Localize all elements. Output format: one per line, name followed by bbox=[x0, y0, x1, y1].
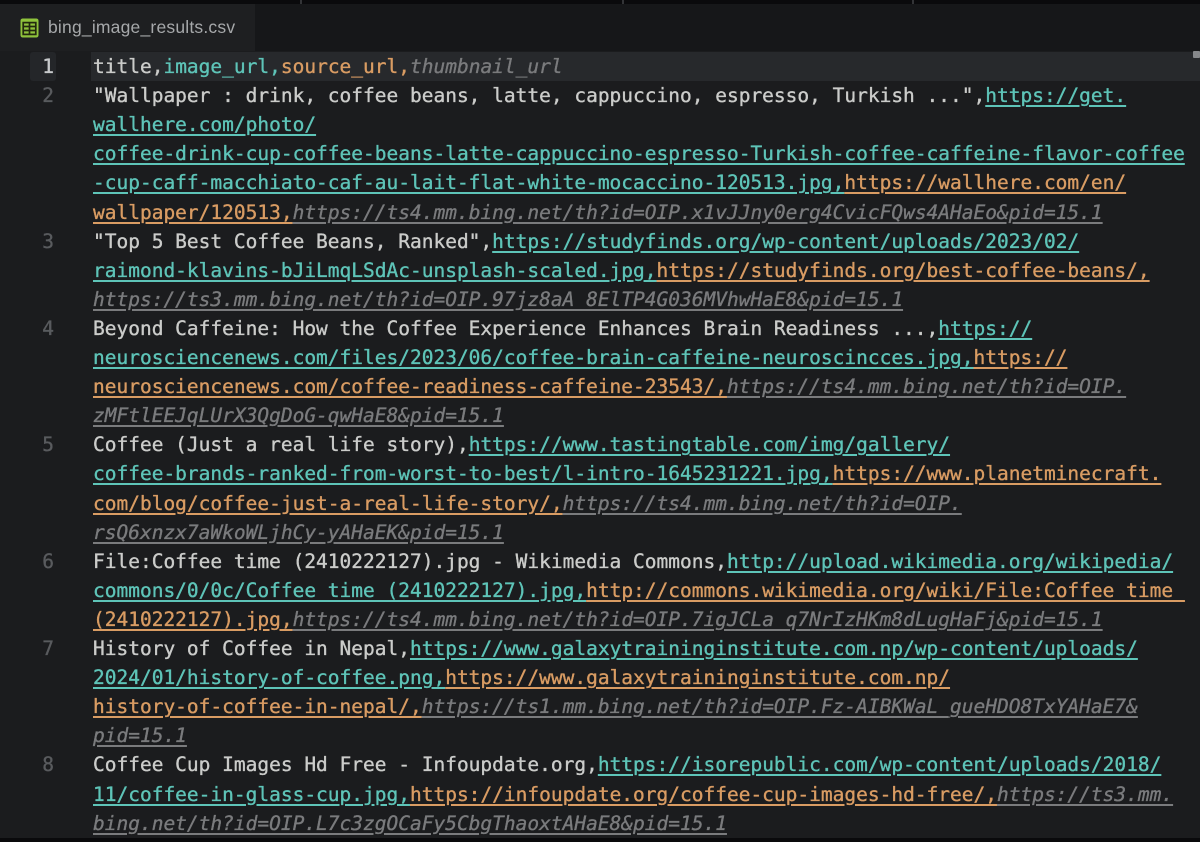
code-row: zMFtlEEJqLUrX3QgDoG-qwHaE8&pid=15.1 bbox=[93, 401, 504, 430]
line-number[interactable]: 4 bbox=[14, 314, 54, 343]
csv-url-link[interactable]: neurosciencenews.com/coffee-readiness-ca… bbox=[93, 375, 727, 398]
code-row: https://ts3.mm.bing.net/th?id=OIP.97jz8a… bbox=[93, 285, 903, 314]
line-number[interactable]: 5 bbox=[14, 430, 54, 459]
csv-url-link[interactable]: commons/0/0c/Coffee_time_(2410222127).jp… bbox=[93, 579, 586, 602]
csv-url-link[interactable]: https:// bbox=[974, 346, 1068, 369]
code-row: com/blog/coffee-just-a-real-life-story/,… bbox=[93, 489, 962, 518]
code-row: title,image_url,source_url,thumbnail_url bbox=[93, 52, 563, 81]
csv-url-link[interactable]: raimond-klavins-bJiLmqLSdAc-unsplash-sca… bbox=[93, 259, 657, 282]
csv-url-link[interactable]: https://www.planetminecraft. bbox=[833, 462, 1162, 485]
code-row: coffee-drink-cup-coffee-beans-latte-capp… bbox=[93, 139, 1185, 168]
csv-url-link[interactable]: bing.net/th?id=OIP.L7c3zgOCaFy5CbgThaoxt… bbox=[93, 812, 727, 835]
csv-file-icon bbox=[20, 17, 39, 38]
csv-url-link[interactable]: https://ts4.mm.bing.net/th?id=OIP. bbox=[727, 375, 1126, 398]
csv-url-link[interactable]: wallpaper/120513, bbox=[93, 201, 293, 224]
csv-url-link[interactable]: https://get. bbox=[985, 84, 1126, 107]
csv-url-link[interactable]: https://www.galaxytraininginstitute.com.… bbox=[410, 637, 1138, 660]
line-number[interactable]: 3 bbox=[14, 227, 54, 256]
csv-field: Coffee (Just a real life story), bbox=[93, 433, 469, 456]
code-row: history-of-coffee-in-nepal/,https://ts1.… bbox=[93, 692, 1138, 721]
code-row: neurosciencenews.com/files/2023/06/coffe… bbox=[93, 343, 1067, 372]
csv-url-link[interactable]: coffee-drink-cup-coffee-beans-latte-capp… bbox=[93, 142, 1185, 165]
code-row: Beyond Caffeine: How the Coffee Experien… bbox=[93, 314, 1032, 343]
code-row: "Wallpaper : drink, coffee beans, latte,… bbox=[93, 81, 1126, 110]
csv-field: image_url, bbox=[163, 55, 280, 78]
csv-url-link[interactable]: zMFtlEEJqLUrX3QgDoG-qwHaE8&pid=15.1 bbox=[93, 404, 504, 427]
code-row: bing.net/th?id=OIP.L7c3zgOCaFy5CbgThaoxt… bbox=[93, 809, 727, 838]
csv-url-link[interactable]: https://ts4.mm.bing.net/th?id=OIP.x1vJJn… bbox=[293, 201, 1103, 224]
code-row: -cup-caff-macchiato-caf-au-lait-flat-whi… bbox=[93, 168, 1126, 197]
csv-field: source_url, bbox=[281, 55, 410, 78]
code-row: History of Coffee in Nepal,https://www.g… bbox=[93, 634, 1138, 663]
csv-field: History of Coffee in Nepal, bbox=[93, 637, 410, 660]
csv-url-link[interactable]: 2024/01/history-of-coffee.png, bbox=[93, 666, 445, 689]
csv-field: "Wallpaper : drink, coffee beans, latte,… bbox=[93, 84, 985, 107]
vertical-scrollbar-thumb[interactable] bbox=[1193, 51, 1200, 58]
code-row: "Top 5 Best Coffee Beans, Ranked",https:… bbox=[93, 227, 1079, 256]
code-row: commons/0/0c/Coffee_time_(2410222127).jp… bbox=[93, 576, 1185, 605]
csv-url-link[interactable]: https://www.galaxytraininginstitute.com.… bbox=[445, 666, 950, 689]
tab-bar: bing_image_results.csv bbox=[0, 4, 1200, 51]
code-row: coffee-brands-ranked-from-worst-to-best/… bbox=[93, 459, 1161, 488]
csv-url-link[interactable]: history-of-coffee-in-nepal/, bbox=[93, 695, 422, 718]
csv-url-link[interactable]: https://studyfinds.org/best-coffee-beans… bbox=[657, 259, 1150, 282]
window-bottom-edge bbox=[0, 838, 1200, 842]
csv-field: title, bbox=[93, 55, 163, 78]
csv-url-link[interactable]: https://wallhere.com/en/ bbox=[844, 171, 1126, 194]
csv-url-link[interactable]: http://commons.wikimedia.org/wiki/File:C… bbox=[586, 579, 1185, 602]
line-number[interactable]: 6 bbox=[14, 547, 54, 576]
csv-url-link[interactable]: pid=15.1 bbox=[93, 724, 187, 747]
code-row: wallhere.com/photo/ bbox=[93, 110, 316, 139]
code-row: rsQ6xnzx7aWkoWLjhCy-yAHaEK&pid=15.1 bbox=[93, 518, 504, 547]
csv-url-link[interactable]: https://isorepublic.com/wp-content/uploa… bbox=[598, 753, 1162, 776]
line-number[interactable]: 7 bbox=[14, 634, 54, 663]
csv-url-link[interactable]: https:// bbox=[938, 317, 1032, 340]
csv-field: Coffee Cup Images Hd Free - Infoupdate.o… bbox=[93, 753, 598, 776]
line-number[interactable]: 8 bbox=[14, 750, 54, 779]
csv-url-link[interactable]: https://ts3.mm. bbox=[997, 783, 1173, 806]
csv-url-link[interactable]: http://upload.wikimedia.org/wikipedia/ bbox=[727, 550, 1173, 573]
code-row: neurosciencenews.com/coffee-readiness-ca… bbox=[93, 372, 1126, 401]
code-row: wallpaper/120513,https://ts4.mm.bing.net… bbox=[93, 198, 1103, 227]
csv-url-link[interactable]: rsQ6xnzx7aWkoWLjhCy-yAHaEK&pid=15.1 bbox=[93, 521, 504, 544]
csv-url-link[interactable]: 11/coffee-in-glass-cup.jpg, bbox=[93, 783, 410, 806]
csv-url-link[interactable]: https://ts1.mm.bing.net/th?id=OIP.Fz-AIB… bbox=[422, 695, 1138, 718]
csv-url-link[interactable]: https://ts4.mm.bing.net/th?id=OIP. bbox=[563, 492, 962, 515]
code-editor[interactable]: 12 3 4 5 6 7 8 title,image_url,source_url,thum… bbox=[0, 51, 1200, 837]
tab-filename: bing_image_results.csv bbox=[48, 4, 235, 51]
code-row: (2410222127).jpg,https://ts4.mm.bing.net… bbox=[93, 605, 1103, 634]
csv-url-link[interactable]: https://studyfinds.org/wp-content/upload… bbox=[492, 230, 1079, 253]
code-row: File:Coffee time (2410222127).jpg - Wiki… bbox=[93, 547, 1173, 576]
tab-bing-image-results[interactable]: bing_image_results.csv bbox=[0, 4, 255, 51]
csv-url-link[interactable]: neurosciencenews.com/files/2023/06/coffe… bbox=[93, 346, 974, 369]
csv-field: "Top 5 Best Coffee Beans, Ranked", bbox=[93, 230, 492, 253]
editor-window: bing_image_results.csv 12 3 4 5 6 7 8 title,im… bbox=[0, 0, 1200, 842]
code-row: Coffee (Just a real life story),https://… bbox=[93, 430, 950, 459]
csv-url-link[interactable]: https://ts4.mm.bing.net/th?id=OIP.7igJCL… bbox=[293, 608, 1103, 631]
line-number[interactable]: 2 bbox=[14, 81, 54, 110]
csv-url-link[interactable]: -cup-caff-macchiato-caf-au-lait-flat-whi… bbox=[93, 171, 844, 194]
csv-url-link[interactable]: (2410222127).jpg, bbox=[93, 608, 293, 631]
csv-url-link[interactable]: https://www.tastingtable.com/img/gallery… bbox=[469, 433, 950, 456]
csv-url-link[interactable]: coffee-brands-ranked-from-worst-to-best/… bbox=[93, 462, 833, 485]
code-row: 11/coffee-in-glass-cup.jpg,https://infou… bbox=[93, 780, 1173, 809]
csv-field: File:Coffee time (2410222127).jpg - Wiki… bbox=[93, 550, 727, 573]
csv-url-link[interactable]: wallhere.com/photo/ bbox=[93, 113, 316, 136]
line-number[interactable]: 1 bbox=[14, 52, 54, 81]
csv-url-link[interactable]: https://infoupdate.org/coffee-cup-images… bbox=[410, 783, 997, 806]
code-row: 2024/01/history-of-coffee.png,https://ww… bbox=[93, 663, 950, 692]
csv-field: Beyond Caffeine: How the Coffee Experien… bbox=[93, 317, 938, 340]
code-row: Coffee Cup Images Hd Free - Infoupdate.o… bbox=[93, 750, 1161, 779]
csv-field: thumbnail_url bbox=[410, 55, 563, 78]
code-row: raimond-klavins-bJiLmqLSdAc-unsplash-sca… bbox=[93, 256, 1150, 285]
csv-url-link[interactable]: com/blog/coffee-just-a-real-life-story/, bbox=[93, 492, 563, 515]
csv-url-link[interactable]: https://ts3.mm.bing.net/th?id=OIP.97jz8a… bbox=[93, 288, 903, 311]
code-row: pid=15.1 bbox=[93, 721, 187, 750]
